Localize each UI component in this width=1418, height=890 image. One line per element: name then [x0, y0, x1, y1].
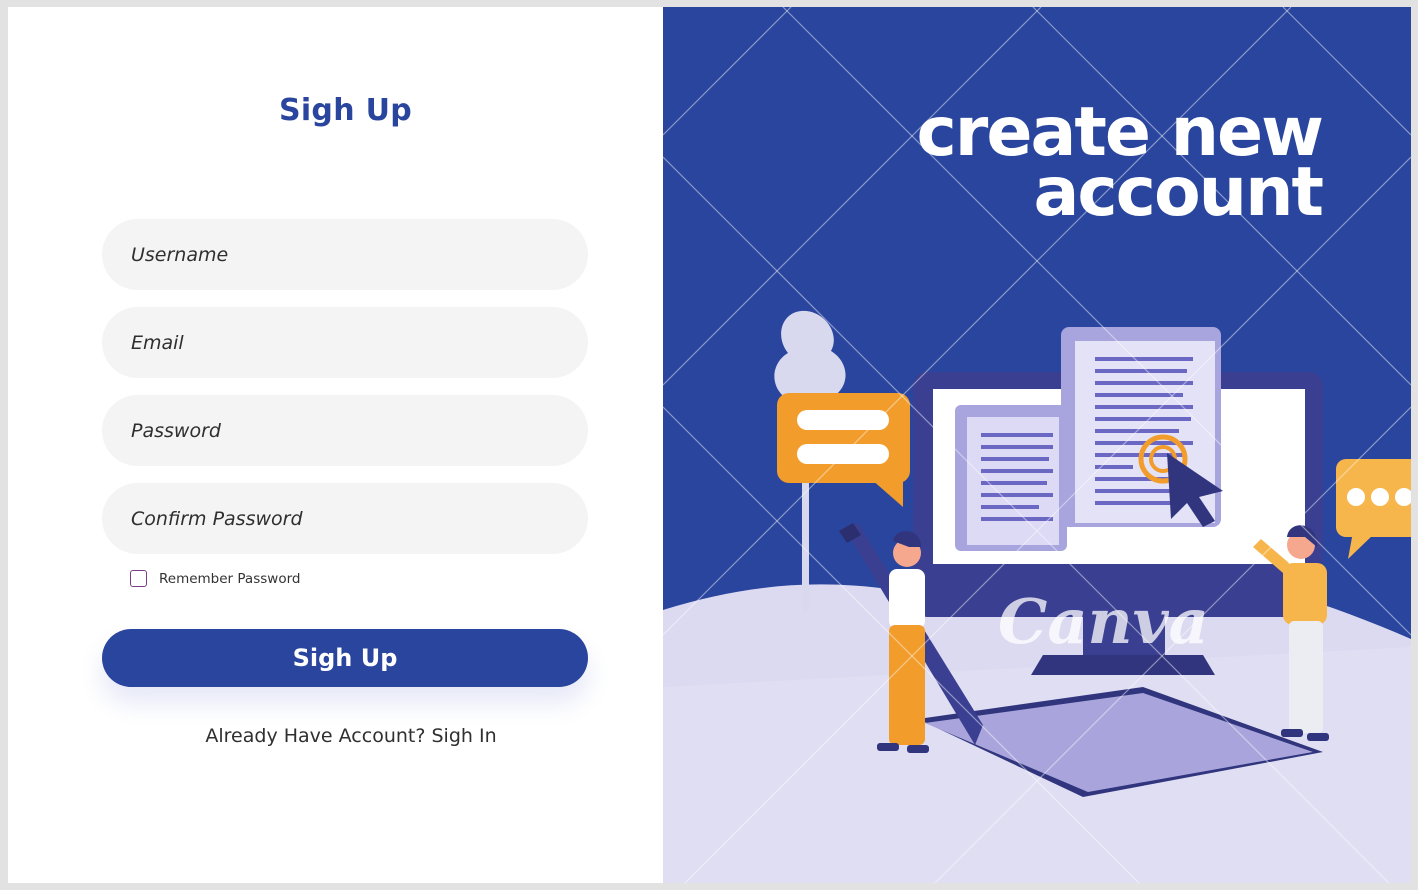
password-field[interactable] — [102, 395, 588, 466]
signup-button[interactable]: Sigh Up — [102, 629, 588, 687]
hero-headline: create new account — [917, 99, 1324, 232]
app-window: Sigh Up Remember Password Sigh Up Alread… — [8, 7, 1411, 883]
email-input[interactable] — [102, 307, 588, 378]
email-field[interactable] — [102, 307, 588, 378]
remember-password-row[interactable]: Remember Password — [130, 570, 300, 587]
remember-password-label[interactable]: Remember Password — [159, 571, 300, 587]
confirm-password-input[interactable] — [102, 483, 588, 554]
signin-link[interactable]: Already Have Account? Sigh In — [205, 725, 496, 747]
document-icon — [955, 405, 1067, 551]
form-title: Sigh Up — [278, 93, 413, 128]
signup-form-panel: Sigh Up Remember Password Sigh Up Alread… — [8, 7, 663, 883]
username-field[interactable] — [102, 219, 588, 290]
remember-password-checkbox[interactable] — [130, 570, 147, 587]
password-input[interactable] — [102, 395, 588, 466]
confirm-password-field[interactable] — [102, 483, 588, 554]
watermark-text: Canva — [998, 585, 1209, 658]
signin-prompt: Already Have Account? Sigh In — [8, 725, 694, 747]
hero-illustration-panel: Canva create new account — [663, 7, 1411, 883]
chat-bubble-icon — [777, 393, 910, 507]
hero-headline-line2: account — [1033, 153, 1324, 232]
username-input[interactable] — [102, 219, 588, 290]
typing-bubble-icon — [1336, 459, 1411, 559]
